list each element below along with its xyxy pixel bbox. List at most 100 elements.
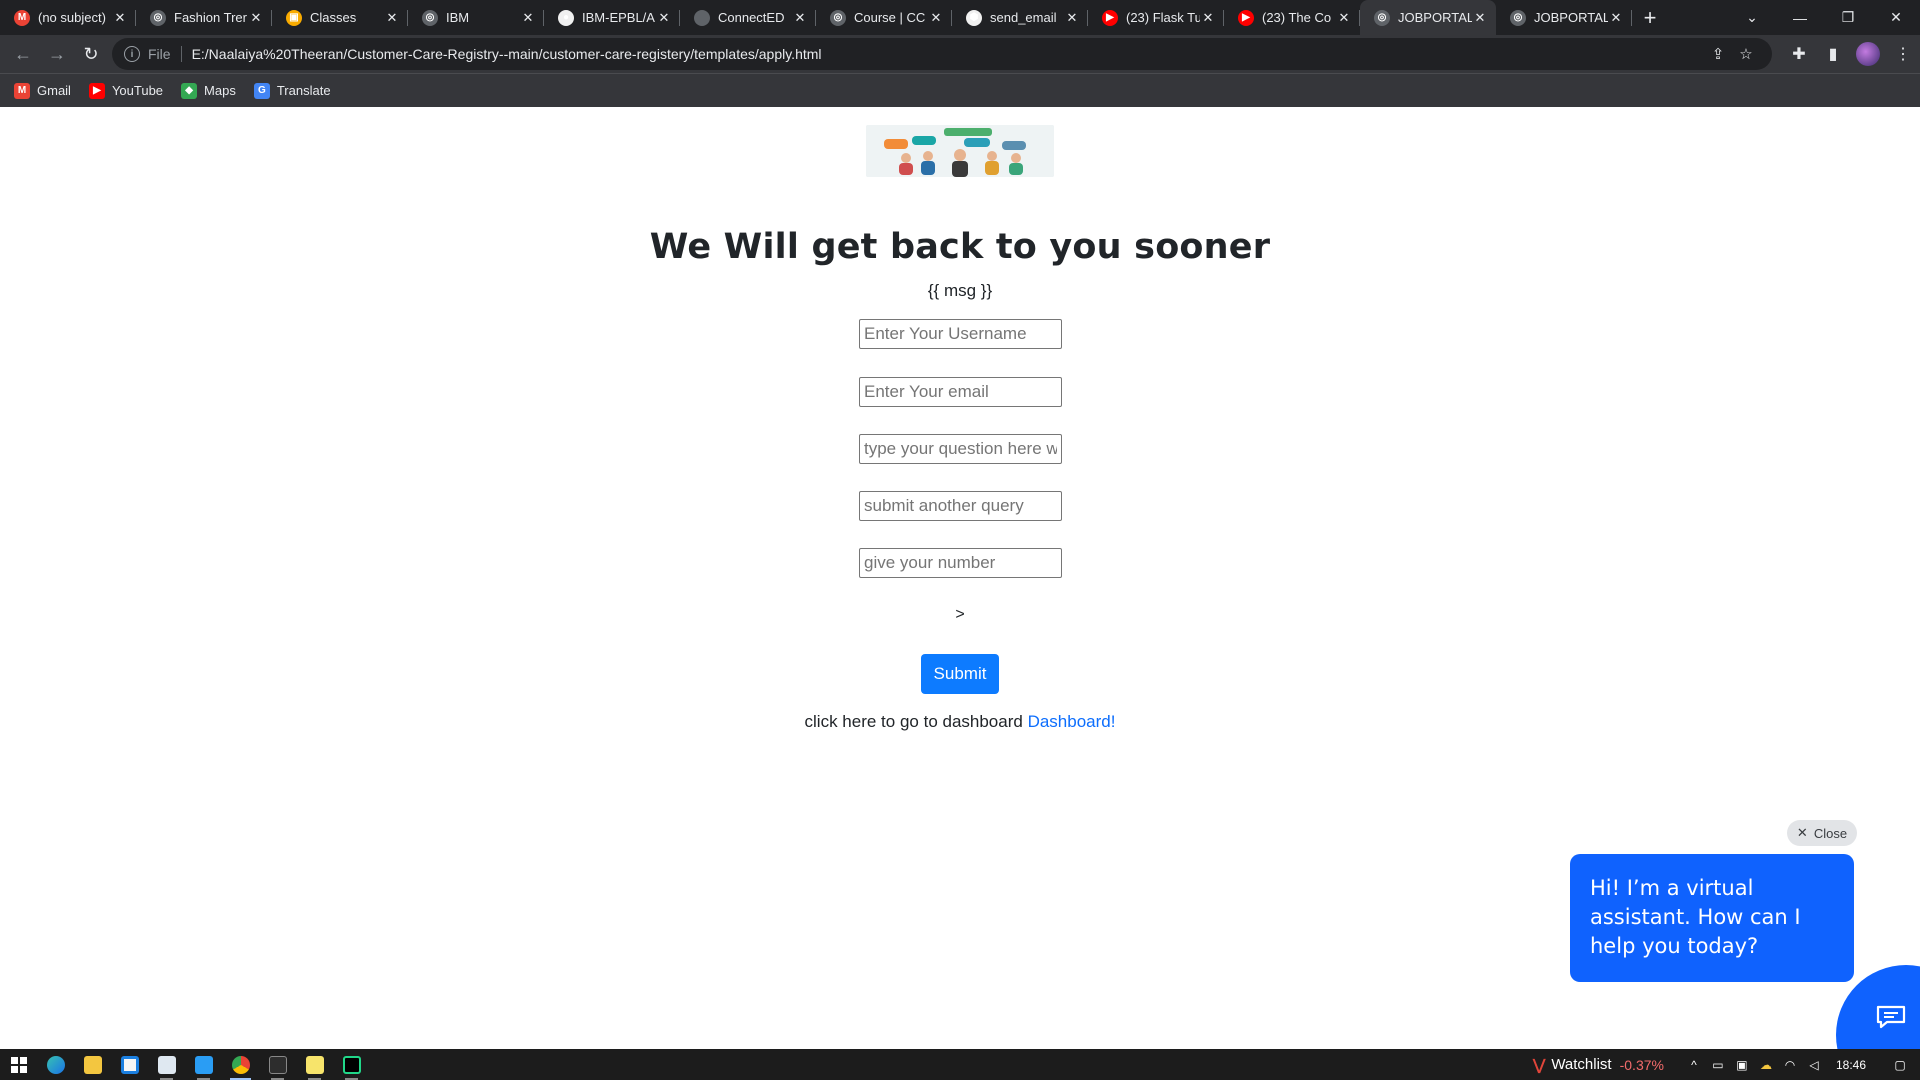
classroom-icon: ▣: [286, 9, 302, 26]
watchlist-label[interactable]: Watchlist: [1551, 1056, 1611, 1073]
tab-close-icon[interactable]: ✕: [1472, 10, 1488, 26]
meet-now-icon[interactable]: ▣: [1730, 1058, 1754, 1072]
tab-title: send_email: [990, 10, 1057, 25]
tab-close-icon[interactable]: ✕: [1608, 10, 1624, 26]
edge-app[interactable]: [37, 1049, 74, 1080]
stray-text: >: [955, 606, 965, 623]
bookmark-translate[interactable]: G Translate: [253, 82, 331, 99]
notifications-icon[interactable]: ▢: [1880, 1058, 1920, 1072]
tab-title: JOBPORTAL: [1534, 10, 1608, 25]
query-input[interactable]: [859, 491, 1062, 521]
customer-care-logo: [866, 125, 1054, 177]
notepad-app[interactable]: [148, 1049, 185, 1080]
translate-icon: G: [253, 82, 270, 99]
tab-close-icon[interactable]: ✕: [384, 10, 400, 26]
question-input[interactable]: [859, 434, 1062, 464]
file-explorer-app[interactable]: [74, 1049, 111, 1080]
taskbar-app[interactable]: [185, 1049, 222, 1080]
back-icon[interactable]: ←: [6, 37, 40, 71]
windows-taskbar: ⋁ Watchlist -0.37% ^ ▭ ▣ ☁ ◠ ◁ 18:46 ▢: [0, 1049, 1920, 1080]
terminal-app[interactable]: [259, 1049, 296, 1080]
youtube-icon: ▶: [88, 82, 105, 99]
dashboard-prompt: click here to go to dashboard: [804, 712, 1023, 731]
phone-number-input[interactable]: [859, 548, 1062, 578]
wifi-icon[interactable]: ◠: [1778, 1058, 1802, 1072]
avatar[interactable]: [1856, 42, 1880, 66]
maps-icon: ◆: [181, 82, 198, 99]
chrome-app[interactable]: [222, 1049, 259, 1080]
terminal-icon: [268, 1055, 287, 1074]
share-icon[interactable]: ⇪: [1704, 45, 1732, 63]
url-text[interactable]: E:/Naalaiya%20Theeran/Customer-Care-Regi…: [192, 46, 1704, 62]
chevron-up-icon[interactable]: ^: [1682, 1058, 1706, 1072]
globe-icon: ◎: [150, 9, 166, 26]
tab-close-icon[interactable]: ✕: [248, 10, 264, 26]
browser-tab[interactable]: ▶ (23) Flask Tu ✕: [1088, 0, 1224, 35]
site-info-icon[interactable]: i: [124, 46, 140, 62]
tab-search-icon[interactable]: ⌄: [1728, 9, 1776, 26]
dashboard-link[interactable]: Dashboard!: [1028, 712, 1116, 731]
email-input[interactable]: [859, 377, 1062, 407]
browser-tab[interactable]: ◎ Fashion Trer ✕: [136, 0, 272, 35]
address-bar[interactable]: i File E:/Naalaiya%20Theeran/Customer-Ca…: [112, 38, 1772, 70]
tab-close-icon[interactable]: ✕: [520, 10, 536, 26]
start-button[interactable]: [0, 1049, 37, 1080]
youtube-icon: ▶: [1238, 9, 1254, 26]
bookmark-youtube[interactable]: ▶ YouTube: [88, 82, 163, 99]
chat-icon: [1876, 1005, 1906, 1029]
tab-close-icon[interactable]: ✕: [792, 10, 808, 26]
page-title: We Will get back to you sooner: [649, 227, 1271, 267]
browser-tab[interactable]: ▣ Classes ✕: [272, 0, 408, 35]
tab-close-icon[interactable]: ✕: [928, 10, 944, 26]
toolbar-actions: ✚ ▮ ⋮: [1782, 35, 1920, 73]
browser-tab[interactable]: ◎ Course | CC ✕: [816, 0, 952, 35]
sticky-notes-app[interactable]: [296, 1049, 333, 1080]
minimize-icon[interactable]: —: [1776, 10, 1824, 26]
gmail-icon: M: [14, 9, 30, 26]
tab-close-icon[interactable]: ✕: [1200, 10, 1216, 26]
app-icon: [194, 1055, 213, 1074]
battery-icon[interactable]: ▭: [1706, 1058, 1730, 1072]
bookmark-maps[interactable]: ◆ Maps: [181, 82, 236, 99]
username-input[interactable]: [859, 319, 1062, 349]
tab-close-icon[interactable]: ✕: [1336, 10, 1352, 26]
shield-icon: ⬢: [966, 9, 982, 26]
clock[interactable]: 18:46: [1836, 1058, 1866, 1072]
bookmark-gmail[interactable]: M Gmail: [14, 82, 71, 99]
browser-tab[interactable]: ◎ JOBPORTAL ✕: [1496, 0, 1632, 35]
tab-close-icon[interactable]: ✕: [112, 10, 128, 26]
restore-icon[interactable]: ❐: [1824, 9, 1872, 26]
browser-tab[interactable]: ⬢ send_email ✕: [952, 0, 1088, 35]
new-tab-button[interactable]: +: [1632, 0, 1668, 35]
close-window-icon[interactable]: ✕: [1872, 9, 1920, 26]
browser-tab[interactable]: ◎ IBM ✕: [408, 0, 544, 35]
tab-title: (23) Flask Tu: [1126, 10, 1200, 25]
store-app[interactable]: [111, 1049, 148, 1080]
assistant-close-button[interactable]: ✕ Close: [1787, 820, 1857, 846]
tab-title: (no subject): [38, 10, 106, 25]
tab-title: Classes: [310, 10, 357, 25]
volume-icon[interactable]: ◁: [1802, 1058, 1826, 1072]
bookmarks-bar: M Gmail ▶ YouTube ◆ Maps G Translate: [0, 73, 1920, 107]
tab-close-icon[interactable]: ✕: [1064, 10, 1080, 26]
browser-tab[interactable]: ▶ (23) The Co ✕: [1224, 0, 1360, 35]
forward-icon[interactable]: →: [40, 37, 74, 71]
menu-kebab-icon[interactable]: ⋮: [1886, 44, 1920, 64]
browser-tab[interactable]: ConnectED ✕: [680, 0, 816, 35]
onedrive-icon[interactable]: ☁: [1754, 1058, 1778, 1072]
side-panel-icon[interactable]: ▮: [1816, 44, 1850, 64]
bookmark-label: Maps: [204, 83, 236, 98]
tab-close-icon[interactable]: ✕: [656, 10, 672, 26]
extensions-icon[interactable]: ✚: [1782, 44, 1816, 64]
store-icon: [120, 1055, 139, 1074]
browser-tab[interactable]: ◎ JOBPORTAL ✕: [1360, 0, 1496, 35]
bookmark-label: Gmail: [37, 83, 71, 98]
bookmark-star-icon[interactable]: ☆: [1732, 45, 1760, 63]
browser-tab[interactable]: M (no subject) ✕: [0, 0, 136, 35]
browser-tab[interactable]: ● IBM-EPBL/A ✕: [544, 0, 680, 35]
reload-icon[interactable]: ↻: [74, 37, 108, 71]
tab-title: IBM: [446, 10, 470, 25]
pycharm-app[interactable]: [333, 1049, 370, 1080]
globe-icon: ◎: [830, 9, 846, 26]
submit-button[interactable]: Submit: [921, 654, 999, 694]
